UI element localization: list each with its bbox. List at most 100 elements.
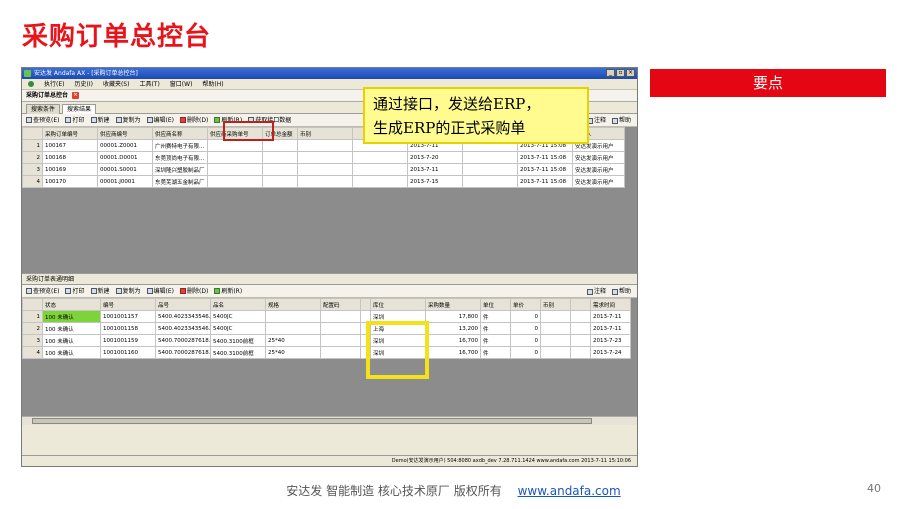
- detail-edit-button[interactable]: 编辑(E): [146, 285, 174, 297]
- po-cell: 广州赛特电子有限...: [152, 139, 208, 152]
- row-number[interactable]: 2: [22, 151, 43, 164]
- po-cell: 东莞顶尚电子有限...: [152, 151, 208, 164]
- po-col-header[interactable]: 采购订单编号: [42, 127, 98, 140]
- menu-history[interactable]: 历史(I): [74, 79, 92, 89]
- detail-col-header[interactable]: 规格: [265, 298, 321, 311]
- detail-col-header[interactable]: [570, 298, 591, 311]
- detail-cell: 5400.4023343546...: [155, 322, 211, 335]
- help-button[interactable]: 帮助: [611, 114, 631, 127]
- copy-icon: [115, 288, 122, 294]
- detail-cell: [540, 322, 571, 335]
- po-table-row[interactable]: 2 100168 00001.D0001 东莞顶尚电子有限... 2013-7-20 20…: [22, 151, 625, 164]
- po-cell: [297, 163, 353, 176]
- menu-execute[interactable]: 执行(E): [44, 79, 64, 89]
- po-col-header[interactable]: [22, 127, 43, 140]
- po-cell: 100167: [42, 139, 98, 152]
- detail-cell: 5400.4023343546...: [155, 310, 211, 323]
- detail-col-header[interactable]: 库位: [370, 298, 426, 311]
- detail-print-button[interactable]: 打印: [65, 285, 85, 297]
- po-cell: [262, 151, 298, 164]
- detail-table-row[interactable]: 1 100 未确认 1001001157 5400.4023343546... 5400…: [22, 310, 631, 323]
- menu-window[interactable]: 窗口(W): [170, 79, 193, 89]
- detail-col-header[interactable]: 采购数量: [425, 298, 481, 311]
- note-button[interactable]: 注释: [586, 114, 606, 127]
- doc-tab-po-console[interactable]: 采购订单总控台: [26, 90, 68, 101]
- edit-icon: [146, 117, 153, 123]
- detail-grid-area: 状态 编号 品号 品名 规格 配置码 库位 采购数量 单位 单价 币别 需求时间 1 100 未确认 10…: [22, 298, 637, 416]
- callout-line-2: 生成ERP的正式采购单: [373, 119, 526, 137]
- menu-tools[interactable]: 工具(T): [139, 79, 159, 89]
- detail-help-button[interactable]: 帮助: [611, 285, 631, 298]
- bottom-toolbar: 查预览(E) 打印 新建 复制为 编辑(E) 删除(D) 刷新(R) 注释 帮助: [22, 285, 637, 298]
- po-table-row[interactable]: 3 100169 00001.S0001 深圳隆兴塑胶制品厂 2013-7-11 2013…: [22, 163, 625, 176]
- detail-col-header[interactable]: 单位: [480, 298, 511, 311]
- row-number[interactable]: 1: [22, 139, 43, 152]
- detail-col-header[interactable]: 币别: [540, 298, 571, 311]
- row-number[interactable]: 4: [22, 175, 43, 188]
- po-col-header[interactable]: 供应商名称: [152, 127, 208, 140]
- menu-favorites[interactable]: 收藏夹(S): [103, 79, 130, 89]
- scrollbar-thumb[interactable]: [32, 418, 592, 424]
- new-button[interactable]: 新建: [90, 114, 110, 126]
- row-number[interactable]: 1: [22, 310, 43, 323]
- detail-cell: 0: [510, 322, 541, 335]
- restore-button[interactable]: ▫: [616, 69, 625, 77]
- detail-col-header[interactable]: 需求时间: [590, 298, 631, 311]
- footer-url-link[interactable]: www.andafa.com: [518, 484, 621, 498]
- detail-note-button[interactable]: 注释: [586, 285, 606, 298]
- po-cell: [207, 175, 263, 188]
- delete-icon: [180, 117, 187, 123]
- preview-icon: [26, 288, 32, 294]
- detail-col-header[interactable]: [22, 298, 43, 311]
- row-number[interactable]: 4: [22, 346, 43, 359]
- detail-col-header[interactable]: 编号: [100, 298, 156, 311]
- detail-col-header[interactable]: 品号: [155, 298, 211, 311]
- tab-search-criteria[interactable]: 搜索条件: [26, 104, 61, 114]
- po-cell: 深圳隆兴塑胶制品厂: [152, 163, 208, 176]
- detail-cell: 2013-7-24: [590, 346, 631, 359]
- row-number[interactable]: 3: [22, 334, 43, 347]
- detail-col-header[interactable]: 配置码: [320, 298, 361, 311]
- detail-cell: 5400JC: [210, 310, 266, 323]
- detail-col-header[interactable]: 单价: [510, 298, 541, 311]
- detail-col-header[interactable]: 品名: [210, 298, 266, 311]
- row-number[interactable]: 3: [22, 163, 43, 176]
- po-cell: [262, 175, 298, 188]
- detail-refresh-button[interactable]: 刷新(R): [214, 285, 242, 297]
- row-number[interactable]: 2: [22, 322, 43, 335]
- detail-preview-button[interactable]: 查预览(E): [26, 285, 59, 297]
- detail-copy-as-button[interactable]: 复制为: [115, 285, 141, 297]
- refresh-icon: [214, 288, 221, 294]
- detail-cell: 件: [480, 310, 511, 323]
- menu-help[interactable]: 帮助(H): [202, 79, 223, 89]
- detail-cell: 16,700: [425, 334, 481, 347]
- detail-cell: 2013-7-23: [590, 334, 631, 347]
- close-tab-icon[interactable]: ×: [72, 92, 80, 99]
- callout-note: 通过接口，发送给ERP， 生成ERP的正式采购单: [363, 87, 589, 144]
- detail-section-label[interactable]: 采购订单表通明细: [22, 273, 637, 285]
- close-window-button[interactable]: ×: [626, 69, 635, 77]
- detail-col-header[interactable]: [360, 298, 371, 311]
- detail-table-row[interactable]: 4 100 未确认 1001001160 5400.7000287618... 5400…: [22, 346, 631, 359]
- detail-table-row[interactable]: 3 100 未确认 1001001159 5400.7000287618... 5400…: [22, 334, 631, 347]
- detail-delete-button[interactable]: 删除(D): [180, 285, 208, 297]
- detail-cell: 25*40: [265, 334, 321, 347]
- po-col-header[interactable]: 币别: [297, 127, 353, 140]
- preview-button[interactable]: 查预览(E): [26, 114, 59, 126]
- minimize-button[interactable]: _: [606, 69, 615, 77]
- po-col-header[interactable]: 供应商编号: [97, 127, 153, 140]
- detail-cell: 2013-7-11: [590, 322, 631, 335]
- copy-as-button[interactable]: 复制为: [115, 114, 141, 126]
- horizontal-scrollbar[interactable]: [22, 416, 637, 425]
- detail-cell: 1001001160: [100, 346, 156, 359]
- delete-button[interactable]: 删除(D): [180, 114, 208, 126]
- edit-button[interactable]: 编辑(E): [146, 114, 174, 126]
- detail-new-button[interactable]: 新建: [90, 285, 110, 297]
- detail-col-header[interactable]: 状态: [42, 298, 101, 311]
- po-table-row[interactable]: 4 100170 00001.J0001 东莞芜湖五金制品厂 2013-7-15 2013…: [22, 175, 625, 188]
- detail-table-row[interactable]: 2 100 未确认 1001001158 5400.4023343546... 5400…: [22, 322, 631, 335]
- footer-text: 安达发 智能制造 核心技术原厂 版权所有: [286, 484, 502, 498]
- tab-search-results[interactable]: 搜索结果: [62, 104, 97, 114]
- detail-cell: [265, 322, 321, 335]
- print-button[interactable]: 打印: [65, 114, 85, 126]
